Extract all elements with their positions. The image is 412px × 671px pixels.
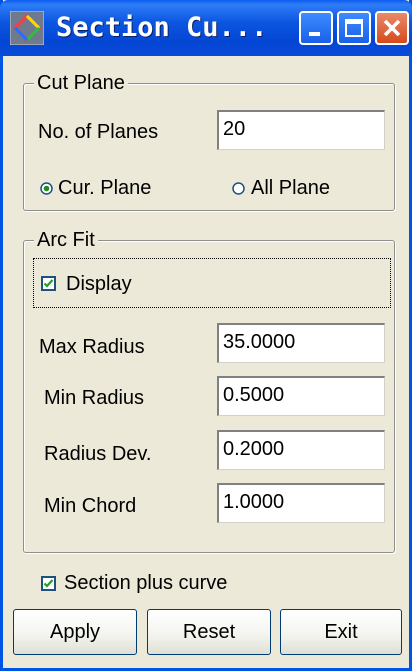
planes-input[interactable]: 20 <box>217 110 385 150</box>
cut-plane-legend: Cut Plane <box>34 71 128 95</box>
planes-label: No. of Planes <box>38 121 159 143</box>
all-plane-label[interactable]: All Plane <box>251 176 330 200</box>
maximize-icon <box>345 19 363 37</box>
cur-plane-label[interactable]: Cur. Plane <box>58 176 151 200</box>
reset-button[interactable]: Reset <box>147 609 271 655</box>
minimize-icon <box>309 32 320 36</box>
section-plus-curve-checkbox[interactable] <box>41 576 56 591</box>
diamond-app-icon <box>10 11 44 45</box>
maximize-button[interactable] <box>337 11 371 45</box>
display-label[interactable]: Display <box>66 272 132 296</box>
min-radius-input[interactable]: 0.5000 <box>217 376 385 416</box>
section-curve-dialog: Section Cu... Cut Plane No. of Planes 20… <box>0 0 412 671</box>
min-chord-label: Min Chord <box>44 495 137 517</box>
minimize-button[interactable] <box>299 11 333 45</box>
close-button[interactable] <box>375 11 409 45</box>
min-radius-label: Min Radius <box>44 387 145 409</box>
arc-fit-legend: Arc Fit <box>34 228 98 252</box>
display-checkbox[interactable] <box>41 276 56 291</box>
window-title: Section Cu... <box>56 12 268 43</box>
checkmark-icon <box>43 279 54 288</box>
all-plane-radio[interactable] <box>232 182 245 195</box>
max-radius-label: Max Radius <box>39 336 145 358</box>
max-radius-input[interactable]: 35.0000 <box>217 323 385 363</box>
exit-button[interactable]: Exit <box>280 609 402 655</box>
min-chord-input[interactable]: 1.0000 <box>217 483 385 523</box>
radius-dev-input[interactable]: 0.2000 <box>217 430 385 470</box>
section-plus-curve-label[interactable]: Section plus curve <box>64 571 227 595</box>
apply-button[interactable]: Apply <box>13 609 137 655</box>
cur-plane-radio[interactable] <box>40 182 53 195</box>
radius-dev-label: Radius Dev. <box>44 443 152 465</box>
checkmark-icon <box>43 579 54 588</box>
title-bar[interactable]: Section Cu... <box>0 0 412 56</box>
close-icon <box>383 19 401 37</box>
